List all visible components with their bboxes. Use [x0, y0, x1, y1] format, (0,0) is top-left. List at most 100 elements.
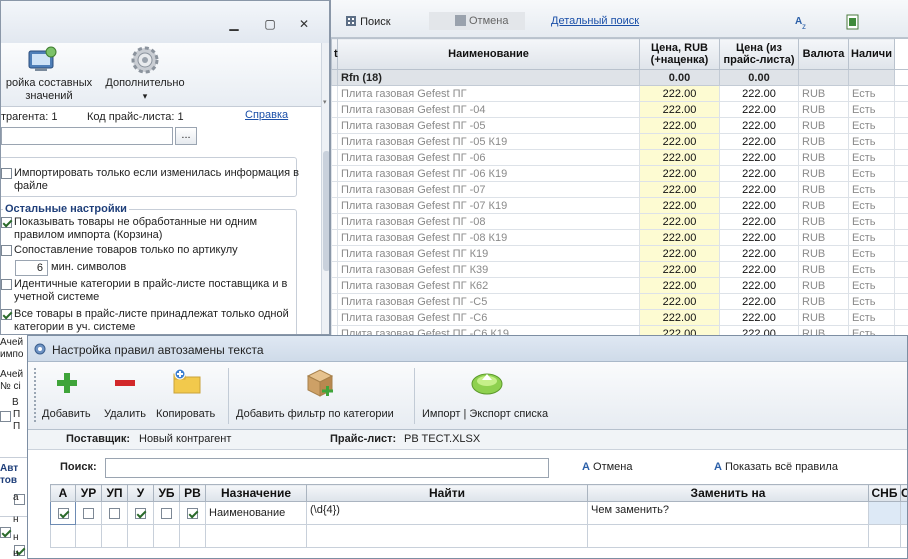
- rule-a-checkbox[interactable]: [57, 507, 69, 519]
- rules-col-replace[interactable]: Заменить на: [587, 484, 869, 502]
- group-price2: 0.00: [719, 69, 799, 86]
- search-cancel-button[interactable]: A Отмена: [582, 461, 632, 473]
- col-header-price-markup[interactable]: Цена, RUB (+наценка): [639, 38, 720, 70]
- price-with-markup: 222.00: [639, 149, 720, 166]
- rule-rv-cell[interactable]: [179, 501, 206, 525]
- help-link[interactable]: Справка: [245, 109, 288, 121]
- fragment-1: Ачей: [0, 337, 24, 348]
- price-from-list: 222.00: [719, 309, 799, 326]
- rule-find[interactable]: (\d{4}): [306, 501, 588, 525]
- min-symbols-spinner[interactable]: 6: [15, 260, 48, 276]
- maximize-icon[interactable]: ▢: [263, 17, 277, 31]
- supplier-label: Поставщик:: [66, 433, 131, 445]
- composite-values-settings-button[interactable]: ройка составных значений: [1, 43, 97, 107]
- import-only-changed-checkbox[interactable]: [1, 168, 12, 179]
- product-row[interactable]: Плита газовая Gefest ПГ -06 К19 222.00 222…: [331, 165, 908, 182]
- additional-button[interactable]: Дополнительно ▾: [99, 43, 191, 107]
- rule-a-cell[interactable]: [50, 501, 76, 525]
- rule-purpose[interactable]: Наименование: [205, 501, 307, 525]
- col-header-extra[interactable]: [894, 38, 908, 70]
- rules-col-ur[interactable]: УР: [75, 484, 102, 502]
- left-scrollbar[interactable]: ▾: [321, 43, 329, 334]
- row-cell-extra: [894, 229, 908, 246]
- empty-row[interactable]: [50, 524, 907, 548]
- price-with-markup: 222.00: [639, 229, 720, 246]
- rule-snb-cell[interactable]: [868, 501, 901, 525]
- rule-rv-checkbox[interactable]: [187, 507, 198, 519]
- search-button[interactable]: Поиск: [345, 15, 391, 28]
- option-by-article-checkbox[interactable]: [1, 245, 12, 256]
- rules-search-input[interactable]: [105, 458, 549, 478]
- copy-folder-icon: [173, 368, 201, 394]
- rules-col-s[interactable]: С: [900, 484, 907, 502]
- rule-ur-checkbox[interactable]: [83, 507, 94, 519]
- browse-button[interactable]: ...: [175, 127, 197, 145]
- detailed-search-link[interactable]: Детальный поиск: [551, 15, 639, 27]
- product-row[interactable]: Плита газовая Gefest ПГ -05 222.00 222.00 R…: [331, 117, 908, 134]
- stock-status: Есть: [848, 277, 895, 294]
- product-row[interactable]: Плита газовая Gefest ПГ -С6 222.00 222.00 R…: [331, 309, 908, 326]
- product-name: Плита газовая Gefest ПГ -06 К19: [337, 165, 640, 182]
- product-row[interactable]: Плита газовая Gefest ПГ -07 К19 222.00 222…: [331, 197, 908, 214]
- product-row[interactable]: Плита газовая Gefest ПГ -07 222.00 222.00 R…: [331, 181, 908, 198]
- search-cancel-label: Отмена: [593, 461, 633, 473]
- show-all-rules-label: Показать всё правила: [725, 461, 838, 473]
- rules-col-rv[interactable]: РВ: [179, 484, 206, 502]
- col-header-currency[interactable]: Валюта: [798, 38, 849, 70]
- file-path-input[interactable]: [1, 127, 173, 145]
- close-icon[interactable]: ✕: [297, 17, 311, 31]
- export-excel-icon[interactable]: [845, 14, 861, 30]
- show-all-icon: A: [714, 461, 722, 473]
- option-identical-categories-checkbox[interactable]: [1, 279, 12, 290]
- currency: RUB: [798, 213, 849, 230]
- rule-up-cell[interactable]: [101, 501, 128, 525]
- option-unprocessed-checkbox[interactable]: [1, 217, 12, 228]
- rules-col-purpose[interactable]: Назначение: [205, 484, 307, 502]
- fragment-6: П: [13, 409, 21, 420]
- product-row[interactable]: Плита газовая Gefest ПГ -08 222.00 222.00 R…: [331, 213, 908, 230]
- rule-u-cell[interactable]: [127, 501, 154, 525]
- left-window-lower-fragment: Ачей импо Ачей № сі В П П Авт тов а н н …: [0, 335, 27, 559]
- left-scrollbar-thumb[interactable]: [323, 151, 329, 271]
- pricelist-value: PB TECT.XLSX: [404, 433, 481, 445]
- product-row[interactable]: Плита газовая Gefest ПГ К62 222.00 222.00 R…: [331, 277, 908, 294]
- translate-icon[interactable]: A z: [795, 14, 811, 30]
- stock-status: Есть: [848, 165, 895, 182]
- rule-replace[interactable]: Чем заменить?: [587, 501, 869, 525]
- rules-col-ub[interactable]: УБ: [153, 484, 180, 502]
- fragment-checkbox-1[interactable]: [0, 411, 11, 422]
- rules-col-u[interactable]: У: [127, 484, 154, 502]
- product-row[interactable]: Плита газовая Gefest ПГ 222.00 222.00 RUB Ес…: [331, 85, 908, 102]
- col-header-stock[interactable]: Наличи: [848, 38, 895, 70]
- ribbon-grip: [34, 368, 36, 424]
- plus-icon: [57, 373, 77, 393]
- show-all-rules-button[interactable]: A Показать всё правила: [714, 461, 838, 473]
- cancel-button[interactable]: Отмена: [429, 12, 525, 30]
- rules-col-up[interactable]: УП: [101, 484, 128, 502]
- col-header-name[interactable]: Наименование: [337, 38, 640, 70]
- group-row[interactable]: Rfn (18) 0.00 0.00: [331, 69, 908, 86]
- rule-up-checkbox[interactable]: [109, 507, 120, 519]
- rule-ub-cell[interactable]: [153, 501, 180, 525]
- product-row[interactable]: Плита газовая Gefest ПГ К39 222.00 222.00 R…: [331, 261, 908, 278]
- rules-col-snb[interactable]: СНБ: [868, 484, 901, 502]
- product-row[interactable]: Плита газовая Gefest ПГ -06 222.00 222.00 R…: [331, 149, 908, 166]
- fragment-checkbox-3[interactable]: [0, 527, 11, 539]
- product-row[interactable]: Плита газовая Gefest ПГ -05 К19 222.00 222…: [331, 133, 908, 150]
- rule-ub-checkbox[interactable]: [161, 507, 172, 519]
- rules-col-a[interactable]: А: [50, 484, 76, 502]
- rule-row[interactable]: Наименование (\d{4}) Чем заменить?: [50, 501, 907, 525]
- rule-s-cell[interactable]: [900, 501, 907, 525]
- col-header-price-list[interactable]: Цена (из прайс-листа): [719, 38, 799, 70]
- minimize-icon[interactable]: ▁: [227, 17, 241, 31]
- option-single-category-checkbox[interactable]: [1, 309, 12, 320]
- product-row[interactable]: Плита газовая Gefest ПГ -04 222.00 222.00 R…: [331, 101, 908, 118]
- rule-u-checkbox[interactable]: [135, 507, 146, 519]
- product-row[interactable]: Плита газовая Gefest ПГ К19 222.00 222.00 R…: [331, 245, 908, 262]
- rule-ur-cell[interactable]: [75, 501, 102, 525]
- product-name: Плита газовая Gefest ПГ К39: [337, 261, 640, 278]
- product-row[interactable]: Плита газовая Gefest ПГ -С5 222.00 222.00 R…: [331, 293, 908, 310]
- rules-col-find[interactable]: Найти: [306, 484, 588, 502]
- product-row[interactable]: Плита газовая Gefest ПГ -08 К19 222.00 222…: [331, 229, 908, 246]
- currency: RUB: [798, 85, 849, 102]
